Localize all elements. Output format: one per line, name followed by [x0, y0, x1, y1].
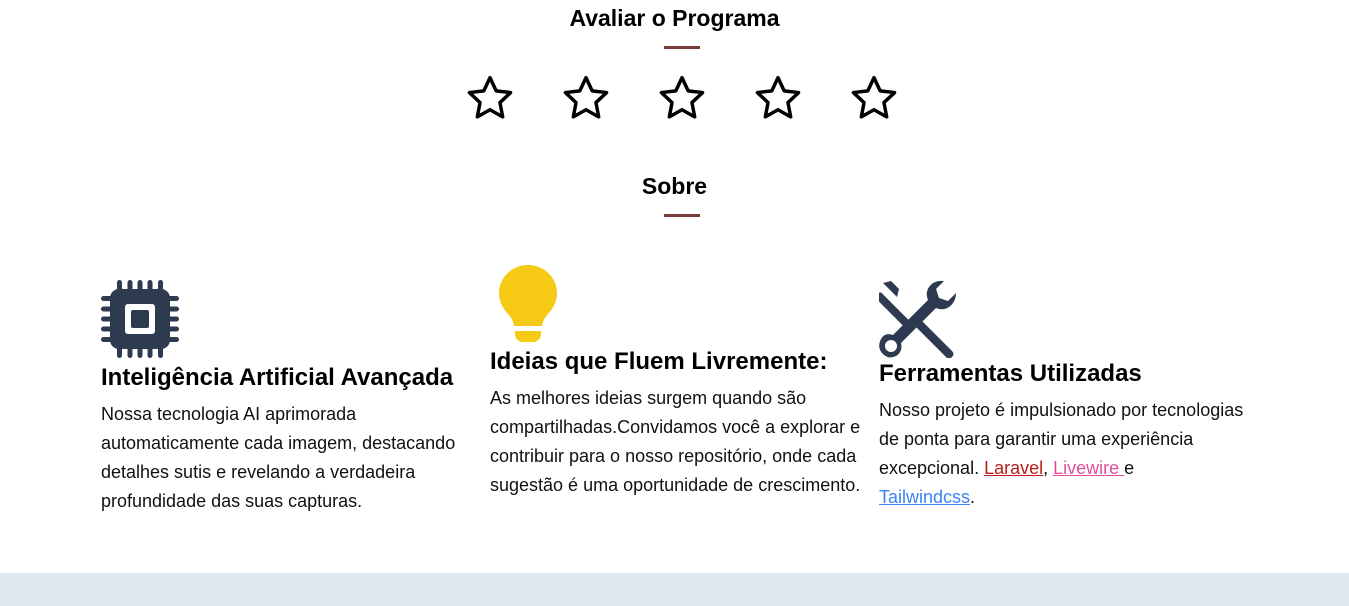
cpu-chip-icon [101, 280, 179, 358]
feature-tools-text: Nosso projeto é impulsionado por tecnolo… [879, 396, 1264, 512]
about-title: Sobre [641, 173, 708, 199]
star-icon-1[interactable] [464, 72, 516, 124]
lightbulb-icon [499, 265, 557, 342]
feature-tools: Ferramentas Utilizadas Nosso projeto é i… [879, 280, 1264, 512]
link-separator-and: e [1124, 458, 1135, 478]
laravel-link[interactable]: Laravel [984, 458, 1043, 478]
link-separator-comma: , [1043, 458, 1054, 478]
text-end-period: . [970, 487, 976, 507]
feature-ai: Inteligência Artificial Avançada Nossa t… [101, 280, 486, 516]
livewire-link[interactable]: Livewire [1053, 458, 1124, 478]
about-title-underline [664, 214, 700, 217]
feature-ideas-text: As melhores ideias surgem quando são com… [490, 388, 861, 495]
star-icon-3[interactable] [656, 72, 708, 124]
star-icon-5[interactable] [848, 72, 900, 124]
footer-band [0, 573, 1349, 606]
feature-ai-text: Nossa tecnologia AI aprimorada automatic… [101, 404, 456, 511]
tailwindcss-link[interactable]: Tailwindcss [879, 487, 970, 507]
feature-ideas: Ideias que Fluem Livremente: As melhores… [490, 265, 875, 500]
star-icon-2[interactable] [560, 72, 612, 124]
star-icon-4[interactable] [752, 72, 804, 124]
rating-title: Avaliar o Programa [569, 5, 780, 31]
feature-ai-title: Inteligência Artificial Avançada [101, 364, 454, 391]
rating-title-underline [664, 46, 700, 49]
tools-icon [879, 280, 956, 358]
feature-tools-title: Ferramentas Utilizadas [879, 360, 1142, 387]
feature-ideas-title: Ideias que Fluem Livremente: [490, 348, 828, 375]
